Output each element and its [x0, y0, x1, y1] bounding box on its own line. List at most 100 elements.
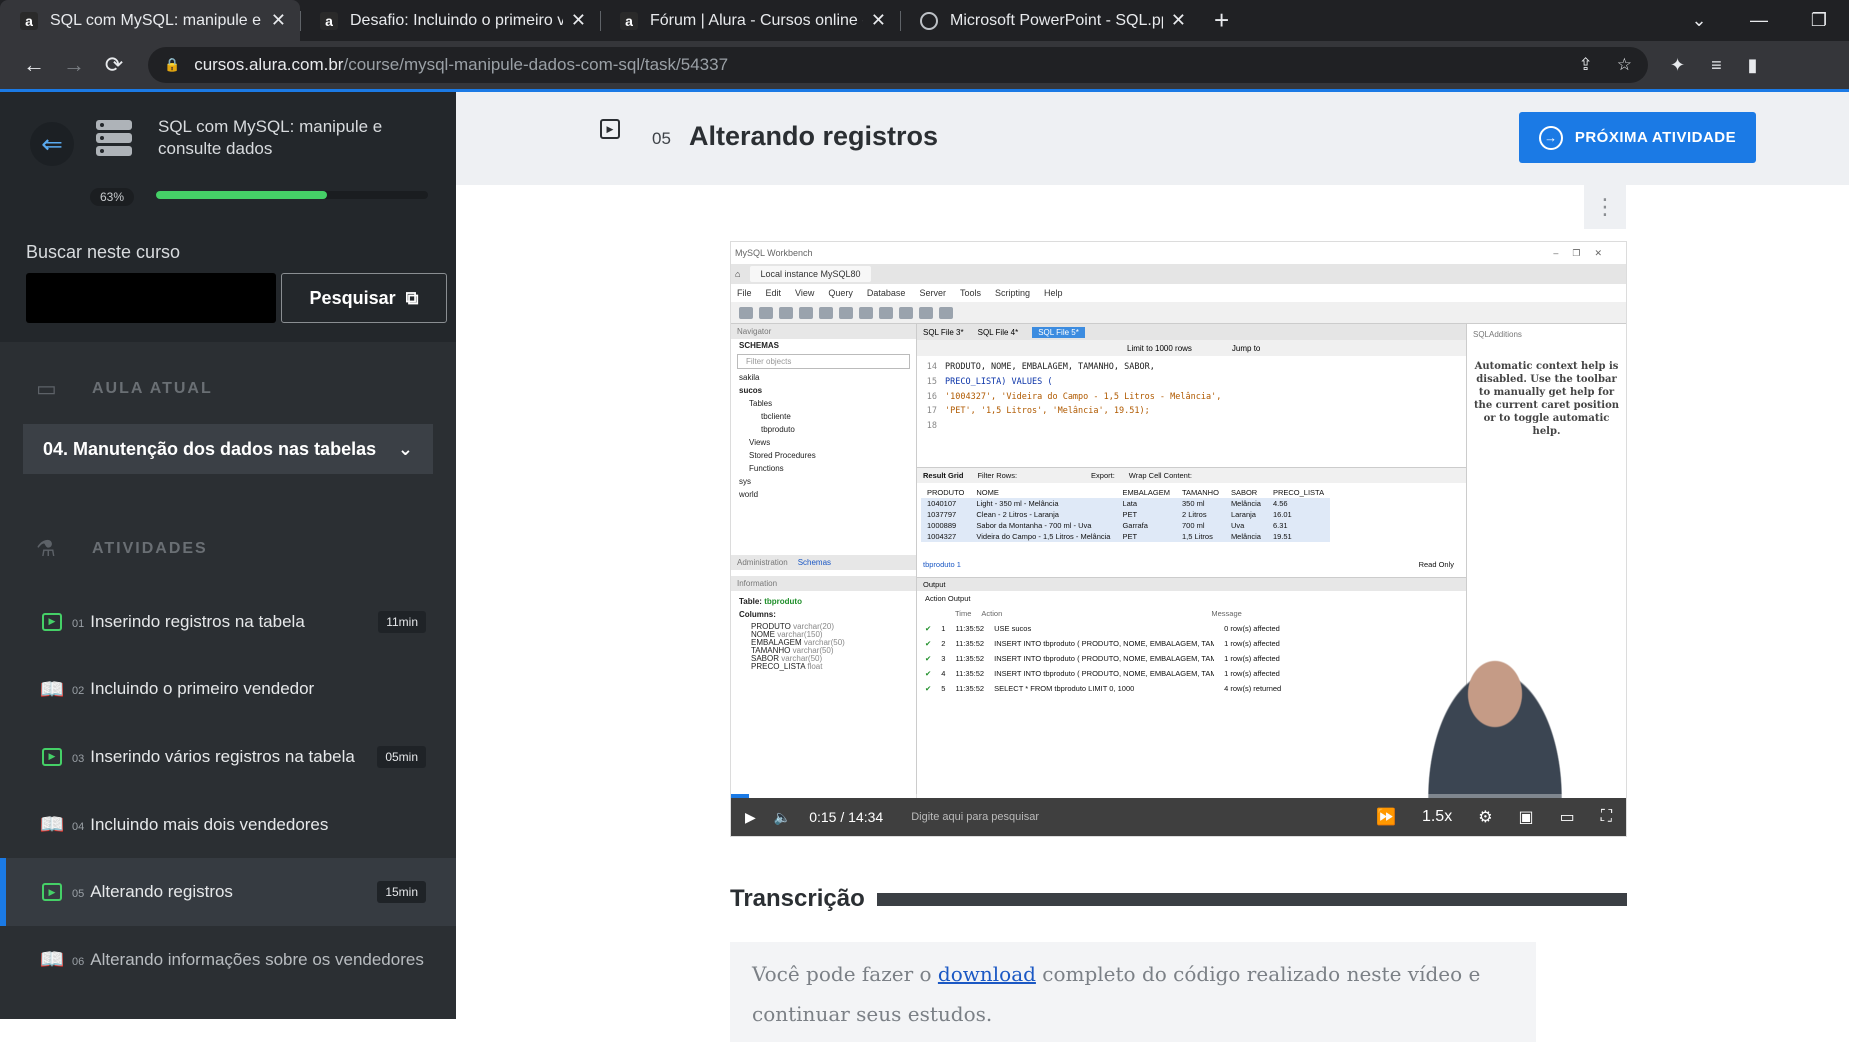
workbench-window-icons: –❐✕ — [1553, 247, 1616, 258]
close-tab-icon[interactable]: ✕ — [571, 10, 586, 31]
arrow-right-circle-icon: → — [1538, 125, 1563, 150]
browser-tab-2[interactable]: a Desafio: Incluindo o primeiro ven ✕ — [300, 0, 600, 41]
volume-icon[interactable]: 🔈 — [774, 809, 791, 826]
lesson-number: 05 — [652, 129, 671, 148]
activity-label: Inserindo registros na tabela — [90, 611, 305, 631]
column-list: PRODUTO varchar(20) NOME varchar(150) EM… — [751, 622, 845, 671]
menu-query: Query — [828, 288, 853, 298]
navigator-label: Navigator — [731, 324, 916, 339]
transcript-text: Você pode fazer o download completo do c… — [730, 942, 1536, 1042]
course-title[interactable]: SQL com MySQL: manipule e consulte dados — [158, 116, 388, 160]
lock-icon: 🔒 — [164, 57, 181, 72]
activity-item-04[interactable]: 📖 04 Incluindo mais dois vendedores — [0, 791, 456, 859]
activity-item-05[interactable]: ▶ 05 Alterando registros 15min — [0, 858, 456, 926]
activity-item-02[interactable]: 📖 02 Incluindo o primeiro vendedor — [0, 656, 456, 724]
download-link[interactable]: download — [938, 962, 1036, 986]
back-menu-icon: ⇐ — [41, 128, 63, 159]
result-grid: Result Grid Filter Rows: Export: Wrap Ce… — [917, 468, 1466, 578]
activity-label: Incluindo mais dois vendedores — [90, 814, 329, 834]
home-icon: ⌂ — [735, 269, 741, 279]
book-stack-icon: ▭ — [36, 376, 59, 401]
video-play-icon: ▶ — [42, 612, 62, 631]
playback-speed[interactable]: 1.5x — [1422, 808, 1452, 826]
tab-title: SQL com MySQL: manipule e con — [50, 11, 263, 29]
side-panel-icon[interactable]: ▮ — [1748, 55, 1758, 76]
window-controls: ⌄ — ❐ — [1669, 10, 1849, 31]
database-course-icon — [96, 120, 132, 156]
editor-toolbar: Limit to 1000 rows Jump to — [917, 340, 1466, 356]
close-tab-icon[interactable]: ✕ — [871, 10, 886, 31]
activity-label: Alterando informações sobre os vendedore… — [90, 949, 424, 969]
close-tab-icon[interactable]: ✕ — [271, 10, 286, 31]
open-book-icon: 📖 — [39, 678, 65, 701]
menu-tools: Tools — [959, 288, 981, 298]
settings-gear-icon[interactable]: ⚙ — [1478, 807, 1492, 827]
fullscreen-icon[interactable]: ⛶ — [1601, 808, 1612, 826]
share-icon[interactable]: ⇪ — [1579, 55, 1593, 75]
activity-number: 02 — [72, 685, 85, 698]
play-icon[interactable]: ▶ — [745, 809, 756, 826]
tree-node: world — [739, 490, 759, 499]
workbench-title-bar: MySQL Workbench –❐✕ — [731, 242, 1626, 264]
url-host: cursos.alura.com.br — [194, 55, 344, 74]
forward-arrow-icon[interactable]: → — [54, 52, 94, 78]
page-title: Alterando registros — [689, 121, 939, 151]
workbench-menu: File Edit View Query Database Server Too… — [731, 284, 1626, 302]
restore-icon[interactable]: ❐ — [1789, 10, 1849, 31]
current-lesson-dropdown[interactable]: 04. Manutenção dos dados nas tabelas ⌄ — [23, 424, 433, 474]
activities-section: ⚗ ATIVIDADES — [0, 520, 456, 578]
menu-edit: Edit — [765, 288, 782, 298]
activity-item-01[interactable]: ▶ 01 Inserindo registros na tabela 11min — [0, 588, 456, 656]
minimize-icon[interactable]: — — [1729, 10, 1789, 31]
browser-tab-3[interactable]: a Fórum | Alura - Cursos online de ✕ — [600, 0, 900, 41]
activity-item-06[interactable]: 📖 06 Alterando informações sobre os vend… — [0, 926, 456, 994]
tab-search-icon[interactable]: ⌄ — [1669, 10, 1729, 31]
bookmark-star-icon[interactable]: ☆ — [1617, 55, 1632, 75]
video-time: 0:15 / 14:34 — [809, 809, 884, 825]
current-lesson-section: ▭ AULA ATUAL — [0, 360, 456, 418]
more-options-icon[interactable]: ⋮ — [1584, 185, 1626, 229]
address-bar[interactable]: 🔒 cursos.alura.com.br /course/mysql-mani… — [148, 47, 1648, 83]
tree-node: Functions — [749, 464, 784, 473]
current-section-label: AULA ATUAL — [92, 380, 213, 397]
theater-mode-icon[interactable]: ▭ — [1560, 807, 1575, 827]
menu-scripting: Scripting — [994, 288, 1030, 298]
close-tab-icon[interactable]: ✕ — [1171, 10, 1186, 31]
browser-tab-4[interactable]: . Microsoft PowerPoint - SQL.ppt ✕ — [900, 0, 1200, 41]
picture-in-picture-icon[interactable]: ▣ — [1519, 807, 1534, 827]
media-queue-icon[interactable]: ≡ — [1711, 55, 1722, 76]
video-player[interactable]: MySQL Workbench –❐✕ ⌂ Local instance MyS… — [730, 241, 1627, 837]
menu-database: Database — [866, 288, 906, 298]
menu-server: Server — [919, 288, 946, 298]
external-link-icon: ⧉ — [405, 287, 419, 308]
collapse-sidebar-button[interactable]: ⇐ — [30, 122, 74, 166]
reload-icon[interactable]: ⟳ — [94, 52, 134, 78]
course-sidebar: ⇐ SQL com MySQL: manipule e consulte dad… — [0, 92, 456, 1019]
new-tab-icon[interactable]: + — [1214, 5, 1229, 36]
activity-list: ▶ 01 Inserindo registros na tabela 11min… — [0, 588, 456, 994]
activity-duration: 05min — [377, 745, 426, 768]
transcript-text-before: Você pode fazer o — [752, 962, 938, 986]
menu-help: Help — [1043, 288, 1063, 298]
schemas-label: SCHEMAS — [739, 341, 780, 350]
skip-forward-icon[interactable]: ⏩ — [1376, 807, 1396, 827]
back-arrow-icon[interactable]: ← — [14, 52, 54, 78]
tree-node: tbproduto — [761, 425, 795, 434]
browser-tab-1[interactable]: a SQL com MySQL: manipule e con ✕ — [0, 0, 300, 41]
course-search-input[interactable] — [26, 273, 276, 323]
url-path: /course/mysql-manipule-dados-com-sql/tas… — [343, 55, 729, 74]
workbench-instance-tabs: ⌂ Local instance MySQL80 — [731, 264, 1626, 284]
alura-favicon-icon: a — [320, 11, 338, 30]
columns-label: Columns: — [739, 610, 776, 619]
taskbar-search: Digite aqui para pesquisar — [911, 811, 1039, 823]
tree-node: sucos — [739, 386, 763, 395]
activity-item-03[interactable]: ▶ 03 Inserindo vários registros na tabel… — [0, 723, 456, 791]
activity-label: Inserindo vários registros na tabela — [90, 746, 355, 766]
search-button[interactable]: Pesquisar ⧉ — [281, 273, 447, 323]
extensions-puzzle-icon[interactable]: ✦ — [1670, 55, 1685, 76]
transcript-title: Transcrição — [730, 885, 865, 912]
sql-tab: SQL File 3* — [923, 327, 964, 337]
next-activity-button[interactable]: → PRÓXIMA ATIVIDADE — [1519, 112, 1756, 163]
limit-select: Limit to 1000 rows — [1127, 343, 1192, 353]
transcript-divider — [876, 892, 1627, 906]
